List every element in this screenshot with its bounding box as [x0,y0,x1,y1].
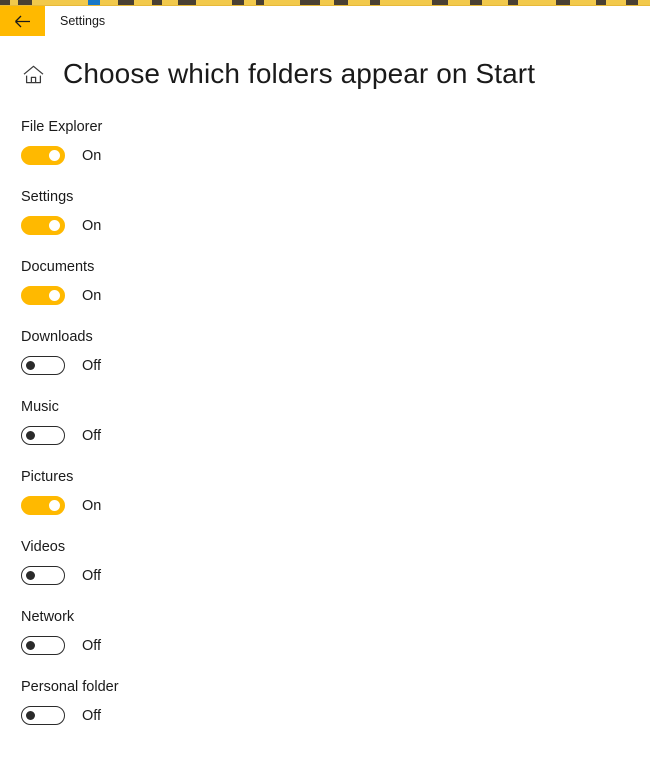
toggle-state-settings: On [82,217,102,234]
folder-row-settings: Settings On [0,188,650,258]
page-header: Choose which folders appear on Start [0,52,650,96]
toggle-knob [49,290,60,301]
window-titlebar: Settings [0,6,650,36]
toggle-line-personal-folder: Off [21,706,101,725]
toggle-switch-network[interactable] [21,636,65,655]
folder-label-file-explorer: File Explorer [21,119,103,135]
toggle-state-personal-folder: Off [82,707,102,724]
toggle-state-network: Off [82,637,102,654]
toggle-knob [26,361,35,370]
toggle-switch-videos[interactable] [21,566,65,585]
toggle-switch-file-explorer[interactable] [21,146,65,165]
toggle-state-pictures: On [82,497,102,514]
toggle-knob [26,711,35,720]
toggle-knob [49,220,60,231]
toggle-knob [49,500,60,511]
toggle-switch-downloads[interactable] [21,356,65,375]
folder-label-personal-folder: Personal folder [21,679,119,695]
toggle-knob [49,150,60,161]
toggle-line-documents: On [21,286,101,305]
folder-row-documents: Documents On [0,258,650,328]
toggle-line-settings: On [21,216,101,235]
toggle-state-documents: On [82,287,102,304]
toggle-knob [26,641,35,650]
toggle-line-downloads: Off [21,356,101,375]
toggle-knob [26,571,35,580]
toggle-knob [26,431,35,440]
folder-label-network: Network [21,609,75,625]
folder-row-network: Network Off [0,608,650,678]
folder-label-settings: Settings [21,189,74,205]
toggle-line-pictures: On [21,496,101,515]
folder-row-videos: Videos Off [0,538,650,608]
toggle-switch-pictures[interactable] [21,496,65,515]
folder-label-pictures: Pictures [21,469,74,485]
toggle-switch-personal-folder[interactable] [21,706,65,725]
folder-row-downloads: Downloads Off [0,328,650,398]
arrow-left-icon [14,15,31,28]
toggle-line-file-explorer: On [21,146,101,165]
folder-row-pictures: Pictures On [0,468,650,538]
toggle-switch-documents[interactable] [21,286,65,305]
folder-toggle-list: File Explorer On Settings On Documents On Down… [0,118,650,748]
toggle-state-file-explorer: On [82,147,102,164]
folder-label-downloads: Downloads [21,329,93,345]
toggle-switch-music[interactable] [21,426,65,445]
back-button[interactable] [0,6,45,36]
toggle-line-network: Off [21,636,101,655]
folder-label-documents: Documents [21,259,95,275]
home-icon[interactable] [21,62,45,86]
toggle-switch-settings[interactable] [21,216,65,235]
toggle-line-music: Off [21,426,101,445]
toggle-state-downloads: Off [82,357,102,374]
folder-row-file-explorer: File Explorer On [0,118,650,188]
toggle-state-music: Off [82,427,102,444]
folder-label-videos: Videos [21,539,66,555]
toggle-line-videos: Off [21,566,101,585]
page-title: Choose which folders appear on Start [63,58,536,89]
folder-label-music: Music [21,399,59,415]
toggle-state-videos: Off [82,567,102,584]
folder-row-personal-folder: Personal folder Off [0,678,650,748]
window-title: Settings [60,14,106,28]
folder-row-music: Music Off [0,398,650,468]
